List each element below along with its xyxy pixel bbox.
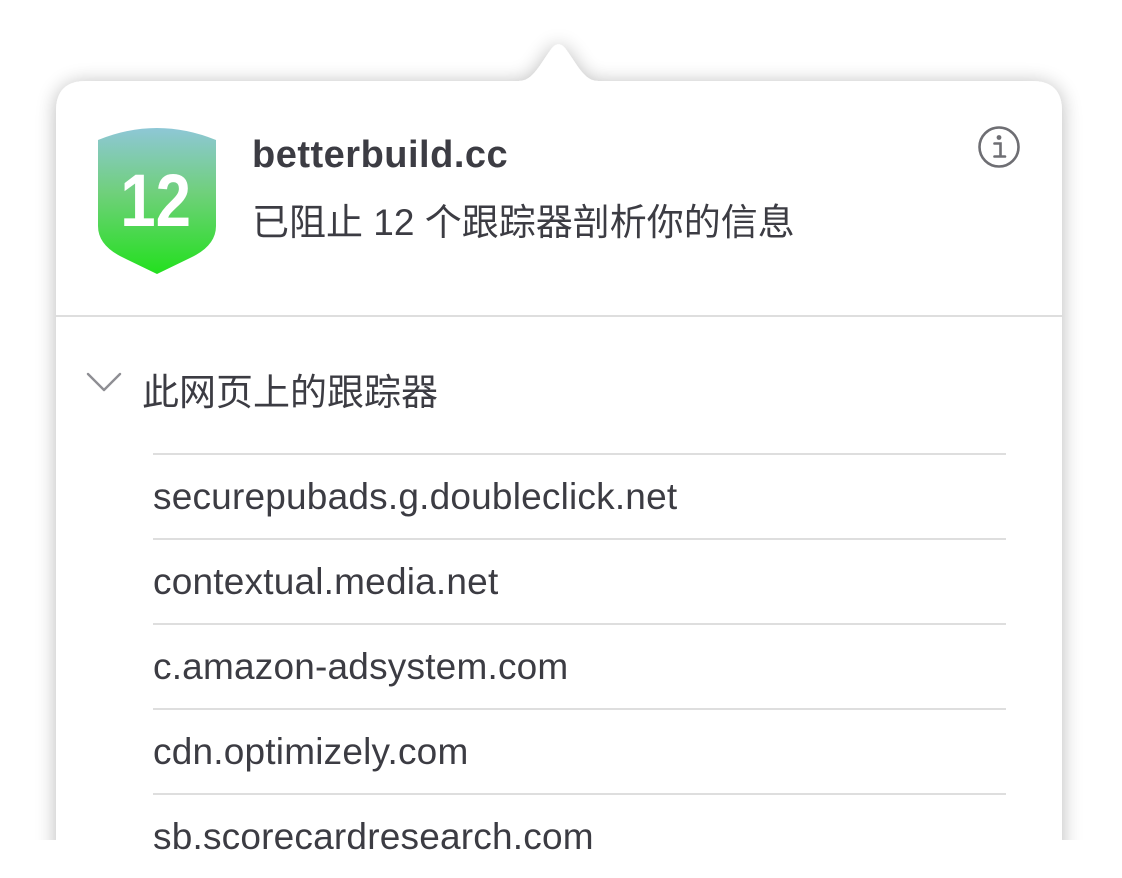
popover-header: 12 betterbuild.cc 已阻止 12 个跟踪器剖析你的信息: [56, 82, 1062, 316]
privacy-shield-icon: 12: [98, 128, 216, 274]
list-item: securepubads.g.doubleclick.net: [153, 453, 1006, 538]
list-item: c.amazon-adsystem.com: [153, 623, 1006, 708]
tracker-domain: cdn.optimizely.com: [153, 731, 469, 772]
trackers-section-toggle[interactable]: 此网页上的跟踪器: [84, 358, 984, 414]
trackers-section-title: 此网页上的跟踪器: [142, 372, 438, 413]
list-item: sb.scorecardresearch.com: [153, 793, 1006, 878]
tracker-domain: c.amazon-adsystem.com: [153, 646, 569, 687]
info-icon[interactable]: [976, 124, 1022, 170]
header-divider: [56, 315, 1062, 317]
shield-count: 12: [120, 160, 191, 243]
site-domain: betterbuild.cc: [252, 134, 509, 176]
tracker-domain: securepubads.g.doubleclick.net: [153, 476, 678, 517]
list-item: contextual.media.net: [153, 538, 1006, 623]
tracker-domain: contextual.media.net: [153, 561, 499, 602]
list-item: cdn.optimizely.com: [153, 708, 1006, 793]
tracker-list: securepubads.g.doubleclick.net contextua…: [153, 453, 1006, 878]
privacy-report-popover: 12 betterbuild.cc 已阻止 12 个跟踪器剖析你的信息 此网页上…: [0, 0, 1122, 857]
chevron-down-icon: [86, 372, 122, 392]
blocked-summary: 已阻止 12 个跟踪器剖析你的信息: [252, 202, 795, 243]
tracker-domain: sb.scorecardresearch.com: [153, 816, 594, 857]
